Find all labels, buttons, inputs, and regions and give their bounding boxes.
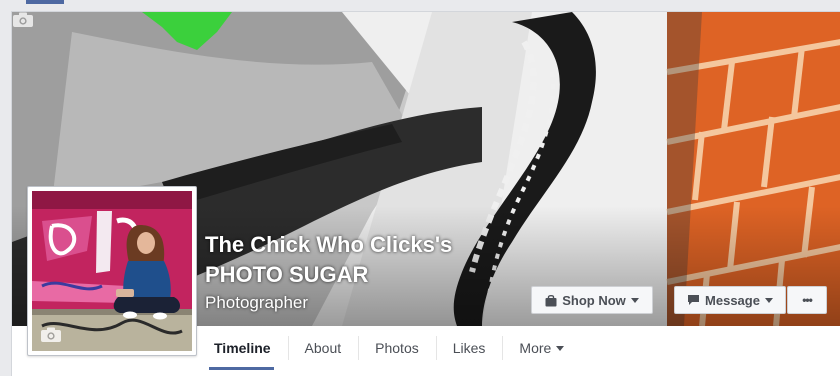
page-title[interactable]: The Chick Who Clicks's PHOTO SUGAR	[205, 230, 535, 290]
tab-about[interactable]: About	[287, 327, 359, 369]
page-header-card: The Chick Who Clicks's PHOTO SUGAR Photo…	[11, 11, 840, 376]
tab-photos[interactable]: Photos	[358, 327, 436, 369]
top-nav-indicator	[26, 0, 64, 4]
more-options-button[interactable]: •••	[787, 286, 827, 314]
page-title-line1: The Chick Who Clicks's	[205, 232, 453, 257]
profile-photo	[32, 191, 192, 351]
message-button[interactable]: Message	[674, 286, 786, 314]
tab-timeline[interactable]: Timeline	[197, 327, 288, 370]
tab-likes[interactable]: Likes	[435, 327, 503, 369]
page-title-line2: PHOTO SUGAR	[205, 262, 369, 287]
chevron-down-icon	[630, 297, 639, 303]
speech-bubble-icon	[688, 295, 700, 305]
tab-about-label: About	[304, 340, 342, 356]
profile-camera-icon[interactable]	[40, 327, 62, 343]
profile-picture[interactable]	[27, 186, 197, 356]
tab-timeline-label: Timeline	[214, 340, 271, 356]
tab-likes-label: Likes	[452, 340, 486, 356]
shop-now-button[interactable]: Shop Now	[531, 286, 653, 314]
more-options-icon: •••	[802, 293, 813, 307]
chevron-down-icon	[556, 345, 565, 351]
page-nav-tabs: Timeline About Photos Likes More	[197, 327, 581, 370]
cover-camera-icon[interactable]	[12, 12, 34, 28]
tab-more-label: More	[519, 340, 552, 356]
shop-now-label: Shop Now	[562, 292, 626, 308]
page-category[interactable]: Photographer	[205, 293, 308, 313]
message-label: Message	[705, 292, 760, 308]
tab-more[interactable]: More	[502, 327, 581, 369]
tab-photos-label: Photos	[375, 340, 419, 356]
chevron-down-icon	[764, 297, 773, 303]
shopping-bag-icon	[545, 294, 557, 306]
